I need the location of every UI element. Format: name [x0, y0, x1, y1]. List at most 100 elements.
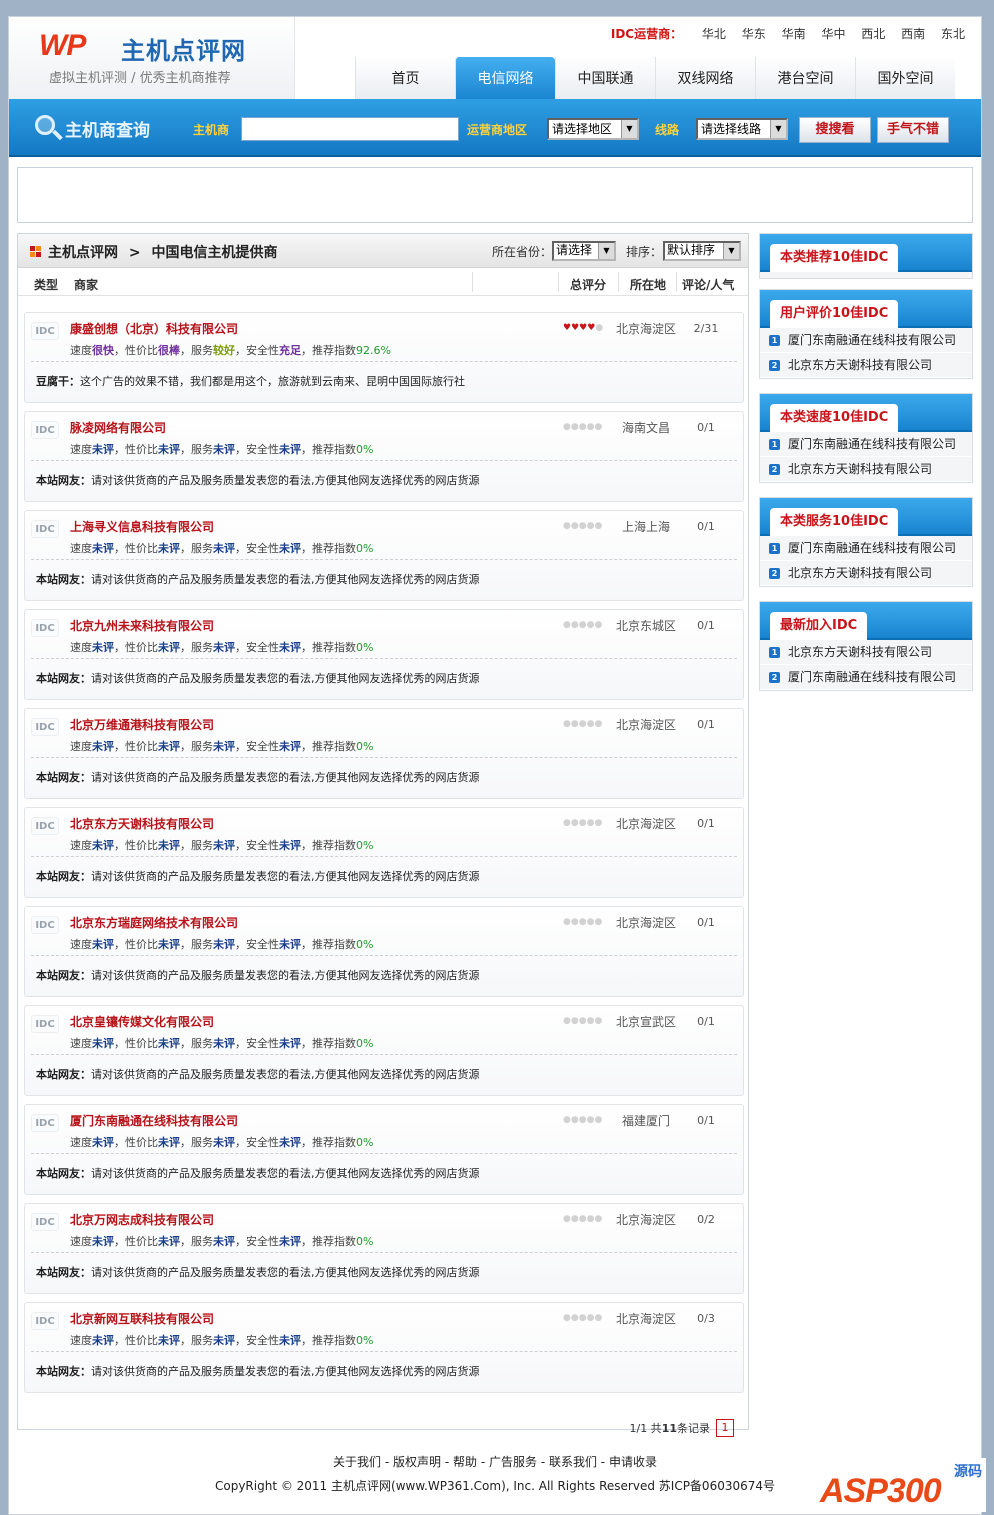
metric-recommend: 0%: [356, 1235, 374, 1248]
nav-unicom[interactable]: 中国联通: [555, 57, 655, 99]
provider-name-link[interactable]: 北京东方天谢科技有限公司: [70, 815, 214, 832]
sidebar-box-title[interactable]: 用户评价10佳IDC: [770, 300, 899, 328]
provider-stats: 0/1: [697, 1114, 715, 1127]
sidebar-list-item[interactable]: 2 北京东方天谢科技有限公司: [760, 561, 972, 586]
nav-telecom[interactable]: 电信网络: [455, 57, 555, 99]
comment-text: 请对该供货商的产品及服务质量发表您的看法,方便其他网友选择优秀的网店货源: [91, 1266, 480, 1279]
metric-sep: ，: [301, 740, 312, 753]
logo[interactable]: WP 主机点评网 虚拟主机评测 / 优秀主机商推荐: [9, 17, 295, 99]
idc-badge: IDC: [31, 421, 59, 439]
provider-name-link[interactable]: 北京九州未来科技有限公司: [70, 617, 214, 634]
line-select[interactable]: 请选择线路 ▼: [696, 118, 788, 140]
page-link-current[interactable]: 1: [716, 1419, 734, 1437]
sidebar-list-item[interactable]: 2 厦门东南融通在线科技有限公司: [760, 665, 972, 690]
lucky-button[interactable]: 手气不错: [877, 117, 949, 143]
operator-link[interactable]: 西北: [861, 27, 885, 41]
metric-security: 充足: [279, 344, 301, 357]
nav-home[interactable]: 首页: [355, 57, 455, 99]
footer-link-about[interactable]: 关于我们: [333, 1455, 381, 1469]
metric-label: 服务: [191, 1136, 213, 1149]
star-icon: ●: [570, 818, 579, 828]
provider-name-link[interactable]: 厦门东南融通在线科技有限公司: [70, 1112, 238, 1129]
footer-link-help[interactable]: 帮助: [453, 1455, 477, 1469]
breadcrumb-separator: >: [128, 245, 141, 261]
metric-sep: ，: [180, 839, 191, 852]
operator-link[interactable]: 华北: [702, 27, 726, 41]
provider-entry: IDC 康盛创想（北京）科技有限公司 速度很快，性价比很棒，服务较好，安全性充足，推…: [24, 312, 744, 403]
metric-security: 未评: [279, 1235, 301, 1248]
metric-label: 安全性: [246, 344, 279, 357]
nav-dual-line[interactable]: 双线网络: [655, 57, 755, 99]
metric-sep: ，: [114, 1334, 125, 1347]
sort-select[interactable]: 默认排序 ▼: [663, 241, 741, 261]
metric-service: 未评: [213, 542, 235, 555]
region-select[interactable]: 请选择地区 ▼: [547, 118, 639, 140]
star-icon: ●: [578, 719, 587, 729]
metric-sep: ，: [301, 1037, 312, 1050]
metric-recommend: 0%: [356, 1334, 374, 1347]
sidebar-box-title[interactable]: 本类推荐10佳IDC: [770, 244, 899, 272]
provider-name-link[interactable]: 脉凌网络有限公司: [70, 419, 166, 436]
operator-link[interactable]: 西南: [901, 27, 925, 41]
metric-sep: ，: [235, 344, 246, 357]
commenter-name: 本站网友：: [36, 1365, 91, 1378]
provider-metrics: 速度未评，性价比未评，服务未评，安全性未评，推荐指数0%: [70, 738, 373, 754]
divider: [31, 460, 737, 461]
star-icon: ●: [563, 1016, 571, 1026]
provider-name-link[interactable]: 北京东方瑞庭网络技术有限公司: [70, 914, 238, 931]
breadcrumb-home[interactable]: 主机点评网: [48, 245, 118, 261]
footer-link-copyright[interactable]: 版权声明: [393, 1455, 441, 1469]
host-search-input[interactable]: [241, 117, 459, 141]
metric-service: 较好: [213, 344, 235, 357]
provider-name-link[interactable]: 康盛创想（北京）科技有限公司: [70, 320, 238, 337]
provider-stats: 0/3: [697, 1312, 715, 1325]
commenter-name: 本站网友：: [36, 1068, 91, 1081]
nav-hk-tw[interactable]: 港台空间: [755, 57, 855, 99]
sidebar-box-title[interactable]: 本类速度10佳IDC: [770, 404, 899, 432]
operator-link[interactable]: 东北: [941, 27, 965, 41]
metric-label: 速度: [70, 740, 92, 753]
sidebar-list-item[interactable]: 1 厦门东南融通在线科技有限公司: [760, 432, 972, 457]
sidebar-box-title[interactable]: 本类服务10佳IDC: [770, 508, 899, 536]
operator-link[interactable]: 华南: [782, 27, 806, 41]
footer-link-contact[interactable]: 联系我们: [549, 1455, 597, 1469]
metric-recommend: 0%: [356, 938, 374, 951]
footer-link-apply[interactable]: 申请收录: [609, 1455, 657, 1469]
idc-badge: IDC: [31, 322, 59, 340]
sidebar-box-title[interactable]: 最新加入IDC: [770, 612, 868, 640]
metric-label: 速度: [70, 1037, 92, 1050]
provider-entry: IDC 北京皇镶传媒文化有限公司 速度未评，性价比未评，服务未评，安全性未评，推荐指…: [24, 1005, 744, 1096]
footer-link-ads[interactable]: 广告服务: [489, 1455, 537, 1469]
provider-name-link[interactable]: 上海寻义信息科技有限公司: [70, 518, 214, 535]
col-score: 总评分: [570, 278, 607, 292]
metric-sep: ，: [180, 1235, 191, 1248]
metric-speed: 未评: [92, 542, 114, 555]
province-select[interactable]: 请选择 ▼: [552, 241, 616, 261]
metric-label: 推荐指数: [312, 740, 356, 753]
col-stats: 评论/人气: [682, 278, 735, 292]
provider-name-link[interactable]: 北京皇镶传媒文化有限公司: [70, 1013, 214, 1030]
provider-name-link[interactable]: 北京万维通港科技有限公司: [70, 716, 214, 733]
sidebar-list-item[interactable]: 1 厦门东南融通在线科技有限公司: [760, 328, 972, 353]
operator-link[interactable]: 华中: [821, 27, 845, 41]
list-header: 主机点评网 > 中国电信主机提供商 所在省份： 请选择 ▼ 排序： 默认排序 ▼: [18, 234, 748, 268]
sidebar-list-item[interactable]: 1 厦门东南融通在线科技有限公司: [760, 536, 972, 561]
operator-link[interactable]: 华东: [742, 27, 766, 41]
sidebar-list-item[interactable]: 2 北京东方天谢科技有限公司: [760, 457, 972, 482]
sidebar-list-item[interactable]: 2 北京东方天谢科技有限公司: [760, 353, 972, 378]
metric-value: 未评: [158, 938, 180, 951]
search-button[interactable]: 搜搜看: [799, 117, 871, 143]
nav-overseas[interactable]: 国外空间: [855, 57, 955, 99]
metric-label: 服务: [191, 542, 213, 555]
divider: [31, 955, 737, 956]
sidebar-list-item[interactable]: 1 北京东方天谢科技有限公司: [760, 640, 972, 665]
metric-sep: ，: [114, 542, 125, 555]
idc-badge: IDC: [31, 619, 59, 637]
metric-value: 未评: [158, 1334, 180, 1347]
metric-speed: 未评: [92, 938, 114, 951]
metric-value: 未评: [158, 740, 180, 753]
comment-text: 这个广告的效果不错，我们都是用这个，旅游就到云南来、昆明中国国际旅行社: [80, 375, 465, 388]
provider-name-link[interactable]: 北京新网互联科技有限公司: [70, 1310, 214, 1327]
provider-comment: 本站网友：请对该供货商的产品及服务质量发表您的看法,方便其他网友选择优秀的网店货…: [36, 1066, 480, 1082]
provider-name-link[interactable]: 北京万网志成科技有限公司: [70, 1211, 214, 1228]
